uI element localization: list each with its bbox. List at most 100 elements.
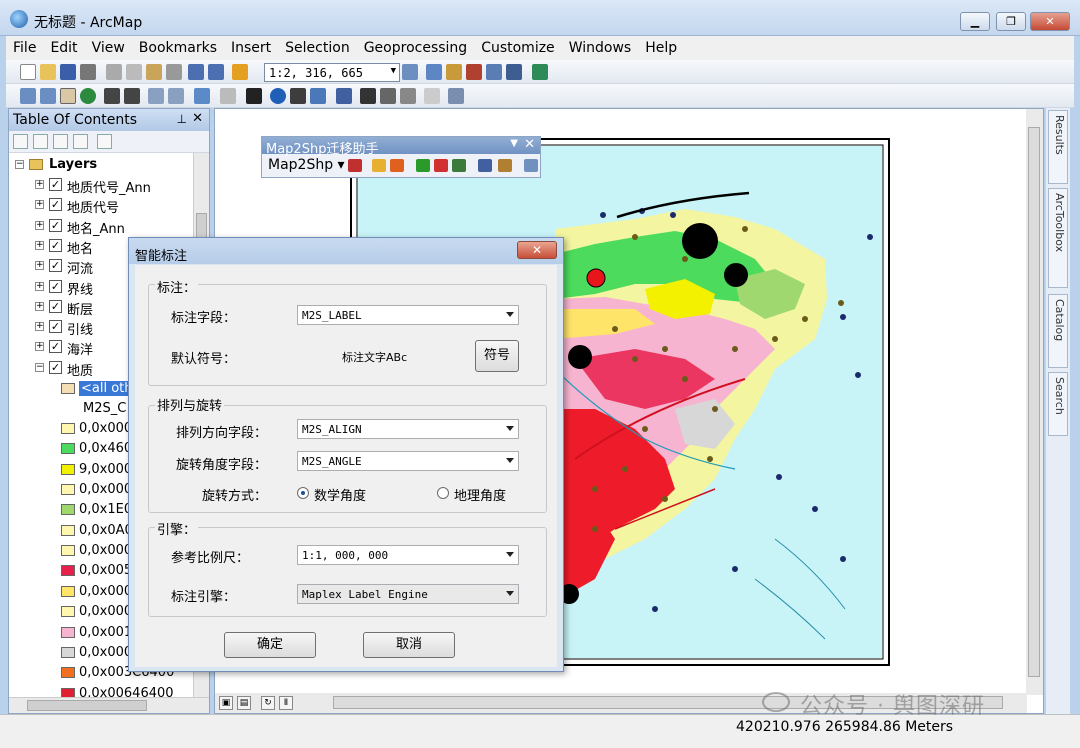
layer-visibility-checkbox[interactable]: ✓ [49,178,62,191]
redo-icon[interactable] [208,64,224,80]
chevron-down-icon[interactable]: ▼ [510,138,518,149]
layer-visibility-checkbox[interactable]: ✓ [49,198,62,212]
expand-icon[interactable]: + [35,220,44,230]
math-angle-radio[interactable] [297,487,309,499]
print-icon[interactable] [80,64,96,80]
python-icon[interactable] [486,64,502,80]
layer-visibility-checkbox[interactable]: ✓ [49,259,62,273]
layout-view-icon[interactable]: ▤ [237,696,251,710]
layer-green-icon[interactable] [416,159,430,172]
menu-selection[interactable]: Selection [278,36,357,60]
close-window-button[interactable]: ✕ [1030,12,1070,31]
layer-red-icon[interactable] [434,159,448,172]
label-engine-select[interactable]: Maplex Label Engine [297,584,519,604]
export-icon[interactable] [390,159,404,172]
layer-visibility-checkbox[interactable]: ✓ [49,360,62,374]
back-extent-icon[interactable] [148,88,164,104]
cut-icon[interactable] [106,64,122,80]
maximize-button[interactable]: ❐ [996,12,1026,31]
list-by-visibility-icon[interactable] [53,134,68,149]
hyperlink-icon[interactable] [290,88,306,104]
ref-scale-select[interactable]: 1:1, 000, 000 [297,545,519,565]
layer-visibility-checkbox[interactable]: ✓ [49,238,62,252]
dialog-close-button[interactable]: ✕ [517,241,557,259]
list-by-source-icon[interactable] [33,134,48,149]
identify-icon[interactable] [270,88,286,104]
expand-icon[interactable]: + [35,342,44,352]
create-viewer-icon[interactable] [448,88,464,104]
editor-icon[interactable] [402,64,418,80]
expand-icon[interactable]: + [35,281,44,291]
find-route-icon[interactable] [380,88,396,104]
toc-horizontal-scrollbar[interactable] [9,697,209,713]
expand-icon[interactable]: + [35,200,44,210]
refresh-icon[interactable]: ↻ [261,696,275,710]
customize-icon[interactable] [532,64,548,80]
close-icon[interactable]: ✕ [192,111,203,126]
folder-icon[interactable] [372,159,386,172]
pan-icon[interactable] [60,88,76,104]
menu-file[interactable]: File [6,36,43,60]
symbol-button[interactable]: 符号 [475,340,519,372]
cancel-button[interactable]: 取消 [363,632,455,658]
open-folder-icon[interactable] [40,64,56,80]
find-icon[interactable] [360,88,376,104]
expand-icon[interactable]: + [35,301,44,311]
arctoolbox-tab[interactable]: ArcToolbox [1048,188,1068,288]
layer-visibility-checkbox[interactable]: ✓ [49,218,62,232]
zoom-in-icon[interactable] [20,88,36,104]
map-vertical-scrollbar[interactable] [1026,109,1043,695]
geo-angle-radio[interactable] [437,487,449,499]
search-tab[interactable]: Search [1048,372,1068,436]
select-elements-icon[interactable] [246,88,262,104]
label-field-select[interactable]: M2S_LABEL [297,305,519,325]
fixed-zoom-out-icon[interactable] [124,88,140,104]
data-view-icon[interactable]: ▣ [219,696,233,710]
clear-selection-icon[interactable] [220,88,236,104]
menu-edit[interactable]: Edit [43,36,84,60]
convert-icon[interactable] [348,159,362,172]
list-by-selection-icon[interactable] [73,134,88,149]
layer-visibility-checkbox[interactable]: ✓ [49,279,62,293]
expand-icon[interactable]: + [35,180,44,189]
collapse-icon[interactable]: − [35,362,44,372]
paste-icon[interactable] [146,64,162,80]
toolbox-icon[interactable] [466,64,482,80]
menu-view[interactable]: View [85,36,132,60]
settings-icon[interactable] [524,159,538,172]
expand-icon[interactable]: + [35,261,44,271]
ok-button[interactable]: 确定 [224,632,316,658]
go-to-xy-icon[interactable] [400,88,416,104]
measure-icon[interactable] [336,88,352,104]
map-scale-input[interactable]: 1:2, 316, 665 ▼ [264,63,400,82]
results-tab[interactable]: Results [1048,110,1068,184]
delete-icon[interactable] [166,64,182,80]
menu-insert[interactable]: Insert [224,36,278,60]
menu-windows[interactable]: Windows [562,36,639,60]
layer-visibility-checkbox[interactable]: ✓ [49,299,62,313]
undo-icon[interactable] [188,64,204,80]
menu-customize[interactable]: Customize [474,36,562,60]
html-popup-icon[interactable] [310,88,326,104]
map2shp-title-bar[interactable]: Map2Shp迁移助手 ▼ ✕ [262,137,540,157]
options-icon[interactable] [97,134,112,149]
catalog-icon[interactable] [446,64,462,80]
select-features-icon[interactable] [194,88,210,104]
forward-extent-icon[interactable] [168,88,184,104]
label-icon[interactable] [478,159,492,172]
expand-icon[interactable]: + [35,322,44,332]
save-icon[interactable] [60,64,76,80]
menu-help[interactable]: Help [638,36,684,60]
pin-icon[interactable]: ⊥ [177,112,187,126]
close-icon[interactable]: ✕ [524,137,535,152]
time-slider-icon[interactable] [424,88,440,104]
table-icon[interactable] [426,64,442,80]
catalog-tab[interactable]: Catalog [1048,294,1068,368]
model-builder-icon[interactable] [506,64,522,80]
dialog-title-bar[interactable]: 智能标注 ✕ [129,238,563,264]
map2shp-menu-button[interactable]: Map2Shp ▾ [268,157,345,173]
full-extent-icon[interactable] [80,88,96,104]
layer-visibility-checkbox[interactable]: ✓ [49,320,62,334]
list-by-drawing-order-icon[interactable] [13,134,28,149]
expand-icon[interactable]: + [35,240,44,250]
